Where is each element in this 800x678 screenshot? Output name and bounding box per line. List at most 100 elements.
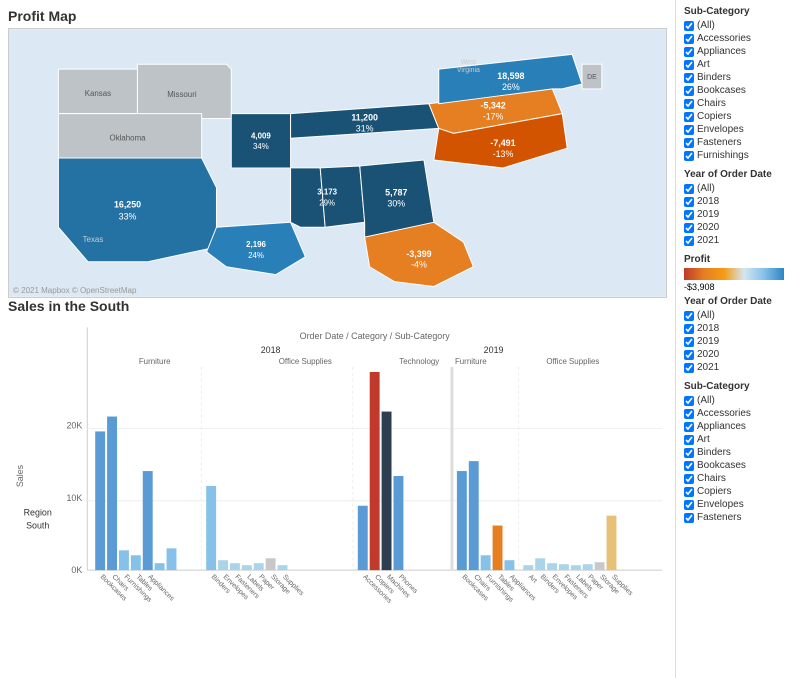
- profit-legend: Profit -$3,908: [684, 254, 792, 292]
- filter-year-2020-bottom: 2020: [684, 349, 792, 360]
- state-label-tennessee-value: 11,200: [351, 113, 378, 123]
- label-year-2018-bottom: 2018: [697, 323, 719, 334]
- label-year-all-bottom: (All): [697, 310, 715, 321]
- checkbox-year-all-top[interactable]: [684, 184, 694, 194]
- state-label-texas: Texas: [83, 235, 104, 244]
- filter-item-bookcases-bottom: Bookcases: [684, 460, 792, 471]
- checkbox-bookcases-bottom[interactable]: [684, 461, 694, 471]
- state-label-florida-value: -3,399: [406, 249, 431, 259]
- filter-item-accessories-top: Accessories: [684, 33, 792, 44]
- checkbox-all-bottom[interactable]: [684, 396, 694, 406]
- filter-year-2018-top: 2018: [684, 196, 792, 207]
- filter-item-appliances-top: Appliances: [684, 46, 792, 57]
- state-label-louisiana-value: 2,196: [246, 240, 266, 249]
- label-binders-top: Binders: [697, 72, 731, 83]
- state-label-nc-value: -5,342: [481, 101, 506, 111]
- state-label-missouri: Missouri: [167, 90, 197, 99]
- checkbox-year-2019-bottom[interactable]: [684, 337, 694, 347]
- checkbox-bookcases-top[interactable]: [684, 86, 694, 96]
- checkbox-year-2018-top[interactable]: [684, 197, 694, 207]
- checkbox-year-2020-bottom[interactable]: [684, 350, 694, 360]
- profit-labels: -$3,908: [684, 282, 792, 292]
- bar-bookcases-2018: [95, 431, 105, 570]
- state-label-texas-pct: 33%: [119, 211, 137, 221]
- main-container: Profit Map Kansas Missouri: [0, 0, 800, 678]
- label-art-top: Art: [697, 59, 710, 70]
- checkbox-all-top[interactable]: [684, 21, 694, 31]
- bar-tables-2019: [493, 526, 503, 571]
- state-label-oklahoma: Oklahoma: [110, 133, 147, 142]
- cat-officesupplies-2019: Office Supplies: [546, 357, 599, 366]
- checkbox-appliances-top[interactable]: [684, 47, 694, 57]
- checkbox-year-2021-bottom[interactable]: [684, 363, 694, 373]
- bar-tables-2018: [131, 555, 141, 570]
- map-section: Profit Map Kansas Missouri: [8, 8, 667, 298]
- checkbox-copiers-top[interactable]: [684, 112, 694, 122]
- bar-machines-2018: [382, 412, 392, 571]
- label-fasteners-top: Fasteners: [697, 137, 741, 148]
- filter-item-appliances-bottom: Appliances: [684, 421, 792, 432]
- filter-item-all-bottom: (All): [684, 395, 792, 406]
- label-appliances-bottom: Appliances: [697, 421, 746, 432]
- bar-labels-2018: [242, 565, 252, 570]
- label-copiers-bottom: Copiers: [697, 486, 731, 497]
- checkbox-copiers-bottom[interactable]: [684, 487, 694, 497]
- sub-category-title-top: Sub-Category: [684, 6, 792, 17]
- checkbox-binders-bottom[interactable]: [684, 448, 694, 458]
- checkbox-year-2019-top[interactable]: [684, 210, 694, 220]
- label-accessories-top: Accessories: [697, 33, 751, 44]
- sub-category-filter-bottom: Sub-Category (All) Accessories Appliance…: [684, 381, 792, 523]
- state-label-nc-pct: -17%: [483, 112, 504, 122]
- bar-phones-2018: [393, 476, 403, 570]
- filter-item-envelopes-top: Envelopes: [684, 124, 792, 135]
- cat-furniture-2018: Furniture: [139, 357, 171, 366]
- checkbox-accessories-top[interactable]: [684, 34, 694, 44]
- checkbox-envelopes-bottom[interactable]: [684, 500, 694, 510]
- filter-year-2021-bottom: 2021: [684, 362, 792, 373]
- chart-title: Sales in the South: [8, 298, 667, 314]
- y-label-20k: 20K: [66, 420, 82, 430]
- bar-envelopes-2019: [547, 563, 557, 570]
- filter-item-envelopes-bottom: Envelopes: [684, 499, 792, 510]
- label-all-top: (All): [697, 20, 715, 31]
- bar-chairs-2018: [107, 417, 117, 571]
- state-label-kansas: Kansas: [85, 89, 111, 98]
- bar-bookcases-2019: [457, 471, 467, 570]
- label-chairs-top: Chairs: [697, 98, 726, 109]
- checkbox-art-top[interactable]: [684, 60, 694, 70]
- checkbox-chairs-top[interactable]: [684, 99, 694, 109]
- map-credit: © 2021 Mapbox © OpenStreetMap: [13, 286, 136, 295]
- state-label-va-pct: 26%: [502, 82, 520, 92]
- checkbox-accessories-bottom[interactable]: [684, 409, 694, 419]
- filter-item-copiers-bottom: Copiers: [684, 486, 792, 497]
- checkbox-chairs-bottom[interactable]: [684, 474, 694, 484]
- checkbox-art-bottom[interactable]: [684, 435, 694, 445]
- checkbox-furnishings-top[interactable]: [684, 151, 694, 161]
- checkbox-year-all-bottom[interactable]: [684, 311, 694, 321]
- checkbox-fasteners-top[interactable]: [684, 138, 694, 148]
- bar-appliances-2019: [504, 560, 514, 570]
- checkbox-year-2021-top[interactable]: [684, 236, 694, 246]
- filter-year-2019-top: 2019: [684, 209, 792, 220]
- state-label-sc-pct: -13%: [493, 149, 514, 159]
- state-label-arkansas-pct: 34%: [253, 142, 269, 151]
- checkbox-year-2020-top[interactable]: [684, 223, 694, 233]
- state-label-missalabama-pct: 29%: [319, 198, 335, 207]
- sub-category-title-bottom: Sub-Category: [684, 381, 792, 392]
- label-art-bottom: Art: [697, 434, 710, 445]
- checkbox-fasteners-bottom[interactable]: [684, 513, 694, 523]
- checkbox-binders-top[interactable]: [684, 73, 694, 83]
- cat-technology-2018: Technology: [399, 357, 439, 366]
- year-title-bottom: Year of Order Date: [684, 296, 792, 307]
- bar-paper-2018: [254, 563, 264, 570]
- checkbox-envelopes-top[interactable]: [684, 125, 694, 135]
- label-year-2020-bottom: 2020: [697, 349, 719, 360]
- checkbox-appliances-bottom[interactable]: [684, 422, 694, 432]
- state-label-arkansas-value: 4,009: [251, 131, 271, 140]
- filter-year-all-top: (All): [684, 183, 792, 194]
- filter-item-all-top: (All): [684, 20, 792, 31]
- checkbox-year-2018-bottom[interactable]: [684, 324, 694, 334]
- profit-gradient: [684, 268, 784, 280]
- profit-title: Profit: [684, 254, 792, 265]
- filter-item-accessories-bottom: Accessories: [684, 408, 792, 419]
